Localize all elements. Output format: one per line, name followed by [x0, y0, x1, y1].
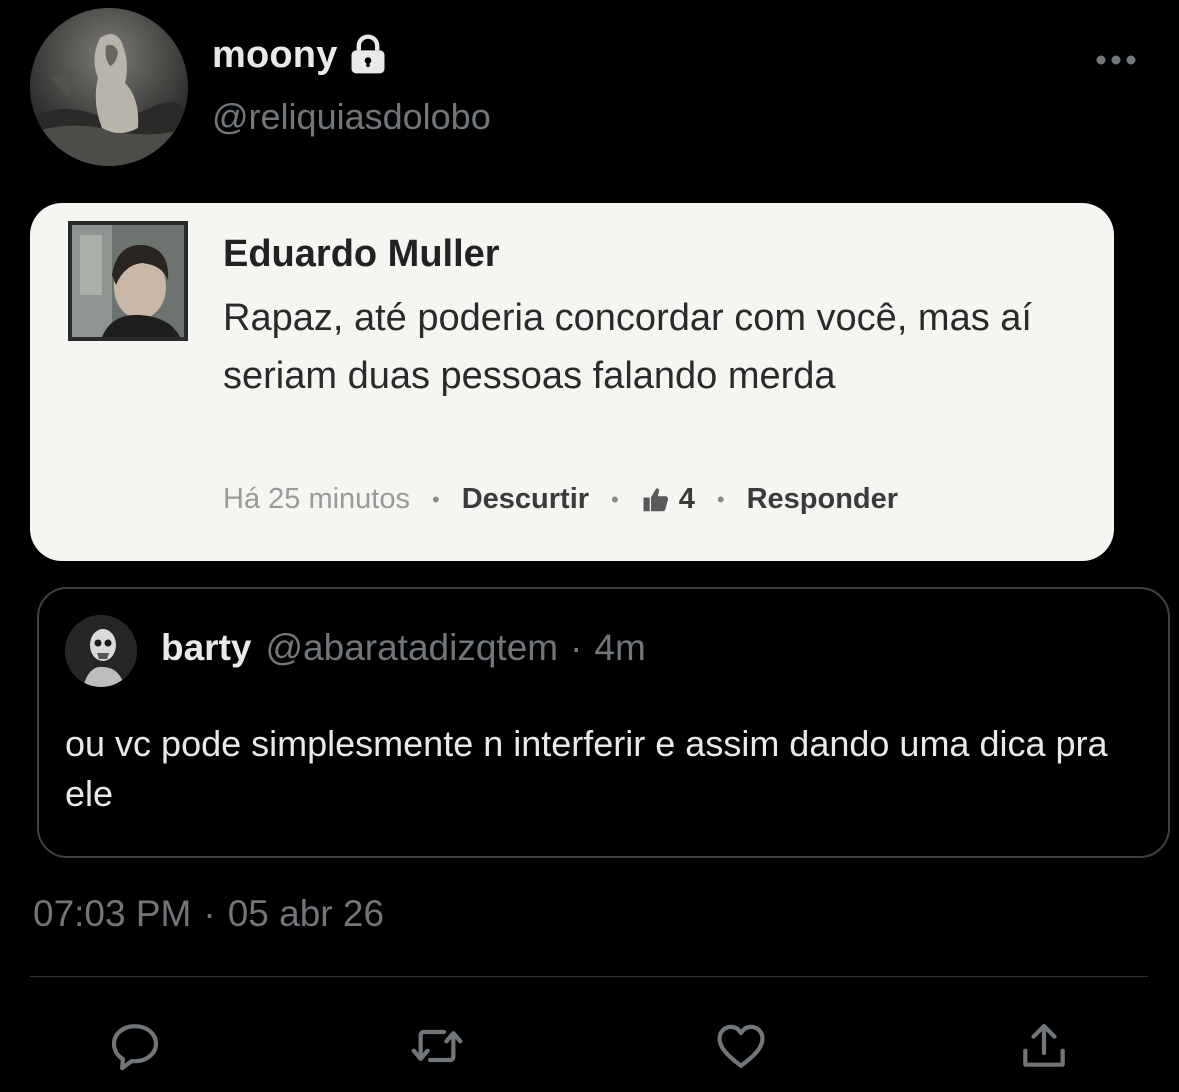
meta-separator: • [432, 486, 440, 512]
lock-icon [351, 34, 385, 74]
retweet-button[interactable] [407, 1016, 467, 1076]
timestamp-date[interactable]: 05 abr 26 [228, 893, 384, 935]
quoted-handle: @abaratadizqtem [265, 627, 559, 668]
comment-avatar [68, 221, 188, 341]
comment-reply-link: Responder [746, 483, 899, 515]
meta-separator: • [716, 486, 725, 512]
like-icon [717, 1024, 765, 1068]
quoted-separator: · [570, 627, 583, 668]
comment-author-name: Eduardo Muller [223, 233, 500, 275]
quoted-tweet[interactable]: barty @abaratadizqtem · 4m ou vc pode si… [37, 587, 1170, 858]
tweet-detail: moony @reliquiasdolobo Eduardo Muller Ra… [0, 0, 1179, 1092]
comment-unlike-link: Descurtir [461, 483, 590, 515]
author-handle[interactable]: @reliquiasdolobo [212, 96, 491, 138]
divider [30, 976, 1148, 977]
quoted-tweet-header: barty @abaratadizqtem · 4m [161, 627, 646, 669]
timestamp-separator: · [203, 893, 216, 934]
quoted-tweet-text: ou vc pode simplesmente n interferir e a… [65, 723, 1108, 814]
more-options-icon[interactable] [1094, 48, 1138, 72]
author-name-row: moony [212, 30, 390, 80]
tweet-media-image[interactable]: Eduardo Muller Rapaz, até poderia concor… [30, 203, 1114, 561]
wolf-avatar-image [30, 8, 188, 166]
meta-separator: • [611, 486, 619, 512]
reply-icon [111, 1024, 159, 1071]
author-display-name[interactable]: moony [212, 34, 338, 77]
comment-time: Há 25 minutos [223, 483, 410, 515]
comment-meta-row: Há 25 minutos • Descurtir • 4 • Responde… [223, 483, 898, 516]
tweet-timestamp: 07:03 PM · 05 abr 26 [33, 893, 384, 935]
quoted-relative-time: 4m [594, 627, 646, 668]
quoted-display-name: barty [161, 627, 252, 668]
timestamp-time[interactable]: 07:03 PM [33, 893, 191, 935]
share-button[interactable] [1014, 1016, 1074, 1076]
thumbs-up-icon [643, 487, 668, 511]
quoted-tweet-avatar [65, 615, 137, 687]
like-button[interactable] [711, 1016, 771, 1076]
retweet-icon [411, 1029, 463, 1063]
comment-like-count: 4 [678, 483, 695, 515]
author-avatar[interactable] [30, 8, 188, 166]
comment-text: Rapaz, até poderia concordar com você, m… [223, 297, 1032, 397]
reply-button[interactable] [105, 1016, 165, 1076]
share-icon [1023, 1024, 1065, 1067]
